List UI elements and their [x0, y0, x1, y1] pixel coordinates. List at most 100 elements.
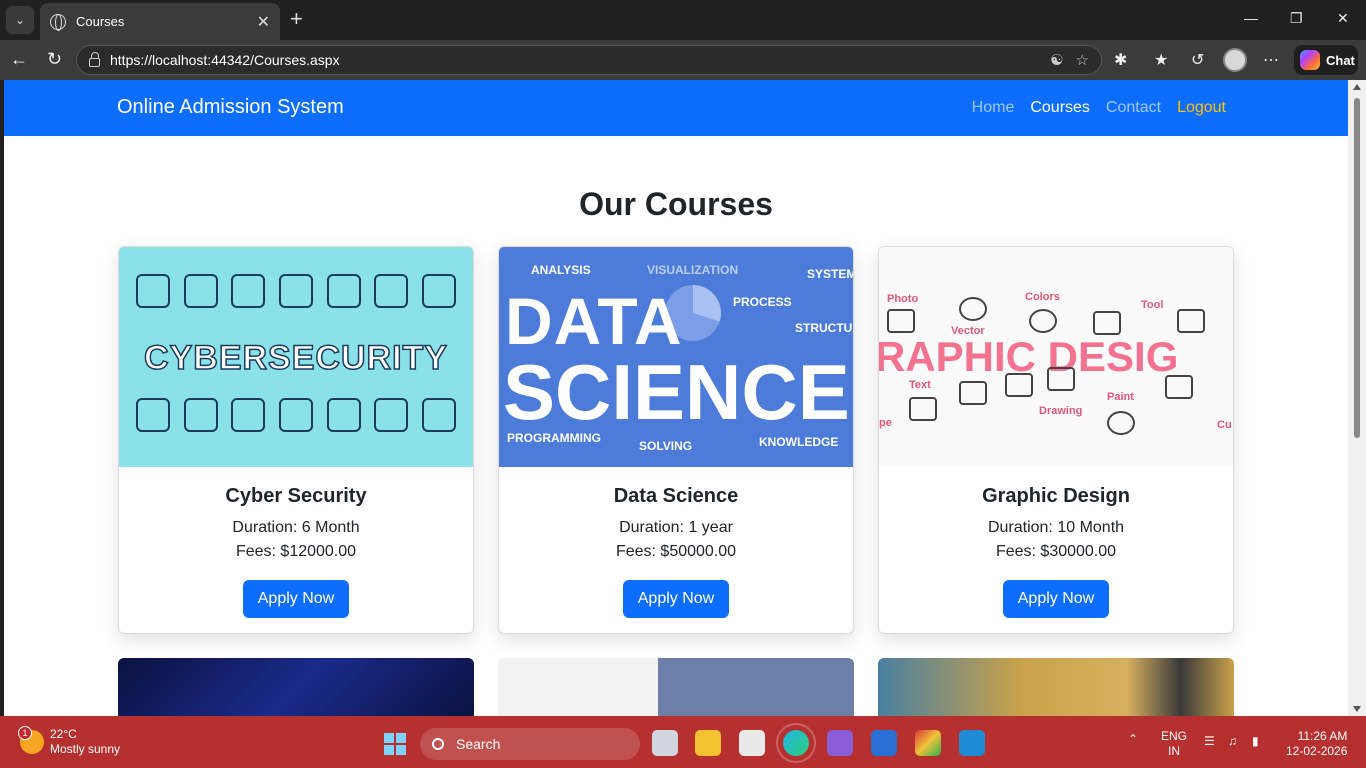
back-icon[interactable]: ← — [10, 49, 28, 69]
clock-date: 12-02-2026 — [1286, 744, 1348, 758]
site-brand[interactable]: Online Admission System — [117, 96, 344, 119]
database-icon — [231, 398, 266, 432]
reader-mode-icon[interactable]: ☯ — [1050, 51, 1063, 69]
course-card-cyber-security: CYBERSECURITY Cyber Security Duration: 6… — [118, 246, 474, 634]
hand-icon — [183, 398, 218, 432]
weather-widget[interactable]: 1 22°C Mostly sunny — [18, 726, 120, 757]
apply-now-button[interactable]: Apply Now — [623, 580, 729, 618]
page-title: Our Courses — [579, 186, 773, 222]
cyber-security-image: CYBERSECURITY — [119, 247, 473, 467]
cursor-icon — [1005, 373, 1033, 397]
search-icon — [432, 738, 444, 750]
apply-now-button[interactable]: Apply Now — [243, 580, 349, 618]
image-tag: PROCESS — [733, 295, 792, 309]
restore-icon[interactable]: ❐ — [1290, 10, 1303, 27]
drawing-icon — [1047, 367, 1075, 391]
refresh-icon[interactable]: ↻ — [47, 49, 62, 69]
app-icon[interactable] — [915, 730, 941, 756]
lock-icon — [183, 274, 218, 308]
close-window-icon[interactable]: ✕ — [1337, 10, 1349, 27]
palette-icon — [1107, 411, 1135, 435]
shield-icon — [422, 274, 457, 308]
scroll-up-icon[interactable] — [1353, 84, 1361, 90]
store-icon[interactable] — [739, 730, 765, 756]
image-tag: Photo — [887, 293, 919, 305]
taskbar-search[interactable]: Search — [420, 728, 640, 760]
clock-time: 11:26 AM — [1297, 729, 1348, 743]
network-icon — [374, 398, 409, 432]
paint-bucket-icon — [959, 381, 987, 405]
browser-tabstrip: ⌄ Courses ✕ + — ❐ ✕ — [0, 0, 1366, 40]
image-tag: pe — [879, 417, 892, 429]
start-button[interactable] — [384, 733, 406, 755]
edge-browser-icon[interactable] — [776, 723, 816, 763]
favorites-icon[interactable]: ★ — [1154, 50, 1168, 70]
image-tag: SOLVING — [639, 439, 693, 453]
visual-studio-icon[interactable] — [827, 730, 853, 756]
copilot-chat-button[interactable]: Chat — [1294, 45, 1358, 75]
app-icon[interactable] — [871, 730, 897, 756]
scroll-down-icon[interactable] — [1353, 706, 1361, 712]
course-title: Cyber Security — [225, 485, 367, 507]
image-tag: Text — [909, 379, 931, 391]
image-tag: Drawing — [1039, 405, 1083, 417]
nav-contact[interactable]: Contact — [1106, 99, 1161, 117]
course-card-image-partial — [878, 658, 1234, 716]
nav-logout[interactable]: Logout — [1177, 99, 1226, 117]
language-indicator[interactable]: ENG IN — [1161, 729, 1187, 759]
tab-title: Courses — [76, 14, 125, 29]
course-fees: Fees: $12000.00 — [235, 543, 357, 560]
course-duration: Duration: 1 year — [619, 519, 733, 536]
tab-courses[interactable]: Courses ✕ — [40, 3, 280, 40]
chat-label: Chat — [1326, 52, 1355, 68]
upload-icon — [374, 274, 409, 308]
battery-icon[interactable]: ▮ — [1252, 734, 1259, 748]
arrows-icon — [422, 398, 457, 432]
course-title: Data Science — [613, 485, 739, 507]
minimize-icon[interactable]: — — [1244, 10, 1258, 26]
course-title: Graphic Design — [982, 485, 1130, 507]
image-tag: Tool — [1141, 299, 1164, 311]
sun-icon: 1 — [18, 726, 44, 754]
wifi-icon[interactable]: ☰ — [1204, 734, 1215, 748]
photo-icon — [887, 309, 915, 333]
data-science-image: ANALYSIS VISUALIZATION SYSTEM PROCESS ST… — [499, 247, 853, 467]
monitor-icon — [278, 398, 313, 432]
cloud-icon — [135, 274, 170, 308]
vs-code-icon[interactable] — [959, 730, 985, 756]
system-clock[interactable]: 11:26 AM 12-02-2026 — [1286, 729, 1347, 759]
nav-courses[interactable]: Courses — [1030, 99, 1090, 117]
course-fees: Fees: $30000.00 — [995, 543, 1117, 560]
extensions-icon[interactable]: ✱ — [1114, 50, 1127, 70]
new-tab-icon[interactable]: + — [290, 8, 303, 30]
favorite-star-icon[interactable]: ☆ — [1076, 51, 1089, 69]
course-duration: Duration: 6 Month — [232, 519, 360, 536]
more-options-icon[interactable]: ⋯ — [1263, 50, 1279, 70]
tab-actions-menu-icon[interactable]: ⌄ — [6, 6, 34, 34]
show-hidden-icons-icon[interactable]: ⌃ — [1128, 732, 1138, 746]
image-tag: Colors — [1025, 291, 1060, 303]
close-tab-icon[interactable]: ✕ — [257, 12, 270, 32]
task-view-icon[interactable] — [652, 730, 678, 756]
nav-home[interactable]: Home — [972, 99, 1015, 117]
image-tag: STRUCTURE — [795, 321, 853, 335]
image-tag: ANALYSIS — [531, 263, 591, 277]
scroll-thumb[interactable] — [1354, 98, 1360, 438]
volume-icon[interactable]: ♫ — [1228, 734, 1237, 748]
image-tag: SYSTEM — [807, 267, 853, 281]
course-fees: Fees: $50000.00 — [615, 543, 737, 560]
apply-now-button[interactable]: Apply Now — [1003, 580, 1109, 618]
address-bar[interactable]: https://localhost:44342/Courses.aspx ☯ ☆ — [76, 45, 1102, 75]
lang-code: ENG — [1161, 729, 1188, 743]
key-icon — [326, 274, 361, 308]
history-icon[interactable]: ↺ — [1191, 50, 1204, 70]
page-scrollbar[interactable] — [1348, 80, 1366, 716]
server-icon — [231, 274, 266, 308]
file-explorer-icon[interactable] — [695, 730, 721, 756]
profile-avatar[interactable] — [1223, 48, 1247, 72]
lang-region: IN — [1168, 744, 1180, 758]
pen-tool-icon — [1177, 309, 1205, 333]
weather-temp: 22°C — [50, 727, 77, 741]
globe-icon — [50, 13, 66, 31]
search-label: Search — [456, 736, 501, 752]
